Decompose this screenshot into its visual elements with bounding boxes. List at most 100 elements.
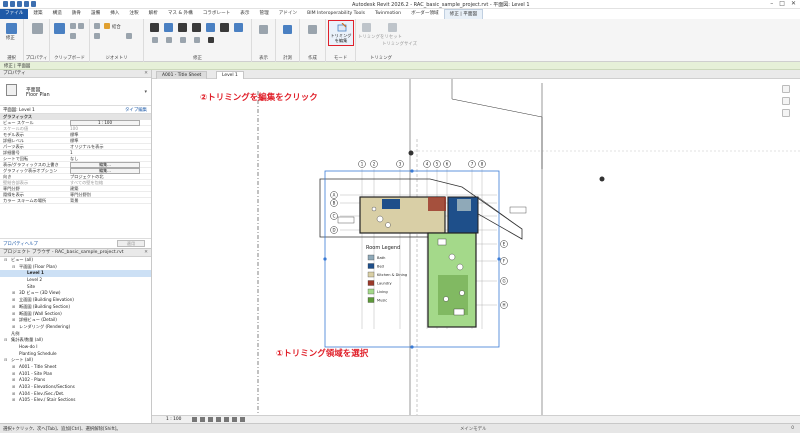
browser-item[interactable]: ⊞ 詳細ビュー (Detail) — [0, 317, 151, 324]
collapse-icon[interactable]: ⊟ — [12, 264, 15, 271]
ribbon-tab[interactable]: 修正 | 平面図 — [443, 9, 484, 19]
browser-item[interactable]: ⊞ A103 - Elevations/Sections — [0, 384, 151, 391]
undo-icon[interactable] — [17, 1, 22, 7]
browser-item[interactable]: ⊞ A105 - Elev./ Stair Sections — [0, 397, 151, 404]
move-icon[interactable] — [192, 23, 201, 32]
browser-item[interactable]: Level 2 — [0, 277, 151, 284]
print-icon[interactable] — [31, 1, 36, 7]
delete-icon[interactable] — [208, 37, 214, 43]
mirror-icon[interactable] — [178, 23, 187, 32]
apply-button[interactable]: 適用 — [117, 240, 145, 247]
reset-crop-icon[interactable] — [362, 23, 371, 32]
copy-element-icon[interactable] — [206, 23, 215, 32]
expand-icon[interactable]: ⊞ — [12, 397, 15, 404]
drawing-canvas[interactable]: 12345678ABCDEFGH Room Legend Bath Bed Kitch… — [152, 79, 800, 415]
expand-icon[interactable]: ⊞ — [12, 391, 15, 398]
ribbon-tab[interactable]: 建築 — [28, 9, 47, 19]
ribbon-tab[interactable]: ボーダー領域 — [406, 9, 444, 19]
offset-icon[interactable] — [164, 23, 173, 32]
measure-icon[interactable] — [283, 25, 292, 34]
expand-icon[interactable]: ⊞ — [12, 384, 15, 391]
browser-item[interactable]: Planting Schedule — [0, 351, 151, 358]
browser-item[interactable]: How-do I — [0, 344, 151, 351]
join-button-label[interactable]: 結合 — [112, 24, 121, 30]
array-icon[interactable] — [166, 37, 172, 43]
view-tab-level-1[interactable]: Level 1 — [216, 71, 244, 79]
quick-access-toolbar[interactable] — [3, 1, 36, 7]
browser-item[interactable]: ⊞ レンダリング (Rendering) — [0, 324, 151, 331]
show-crop-icon[interactable] — [232, 417, 237, 422]
expand-icon[interactable]: ⊞ — [12, 324, 15, 331]
copy-icon[interactable] — [78, 23, 84, 29]
match-type-icon[interactable] — [70, 33, 76, 39]
minimize-icon[interactable]: – — [770, 0, 773, 7]
modify-button-label[interactable]: 修正 — [6, 35, 15, 41]
expand-icon[interactable]: ⊞ — [12, 364, 15, 371]
browser-item[interactable]: ⊞ A101 - Site Plan — [0, 371, 151, 378]
collapse-icon[interactable]: ⊟ — [4, 357, 7, 364]
active-model[interactable]: メインモデル — [460, 426, 486, 432]
ribbon-tab[interactable]: コラボレート — [198, 9, 236, 19]
expand-icon[interactable]: ⊞ — [12, 311, 15, 318]
crop-size-icon[interactable] — [388, 23, 397, 32]
ribbon-tab[interactable]: 表示 — [235, 9, 254, 19]
ribbon-tab[interactable]: マス & 外構 — [163, 9, 198, 19]
browser-item[interactable]: ⊞ 断面図 (Building Section) — [0, 304, 151, 311]
property-row[interactable]: カラー スキームの場所 背景 — [0, 198, 151, 204]
browser-item[interactable]: ⊟ 平面図 (Floor Plan) — [0, 264, 151, 271]
expand-icon[interactable]: ⊞ — [12, 377, 15, 384]
shadows-icon[interactable] — [216, 417, 221, 422]
close-icon[interactable]: ✕ — [791, 0, 796, 7]
paint-icon[interactable] — [126, 33, 132, 39]
browser-item[interactable]: ⊟ 集計表/数量 (all) — [0, 337, 151, 344]
browser-item[interactable]: ⊞ A104 - Elev./Sec./Det. — [0, 391, 151, 398]
redo-icon[interactable] — [24, 1, 29, 7]
collapse-icon[interactable]: ⊟ — [4, 257, 7, 264]
modify-arrow-icon[interactable] — [6, 23, 17, 34]
ribbon-tab[interactable]: 管理 — [254, 9, 273, 19]
window-controls[interactable]: – □ ✕ — [770, 0, 796, 7]
rotate-icon[interactable] — [220, 23, 229, 32]
pan-icon[interactable] — [782, 109, 790, 117]
align-icon[interactable] — [150, 23, 159, 32]
browser-item[interactable]: ⊞ A102 - Plans — [0, 377, 151, 384]
ribbon-tab[interactable]: 設備 — [86, 9, 105, 19]
cut-geometry-icon[interactable] — [94, 33, 100, 39]
collapse-icon[interactable]: ⊟ — [4, 337, 7, 344]
viewcube-icon[interactable] — [782, 85, 790, 93]
chevron-down-icon[interactable]: ▾ — [144, 89, 147, 95]
create-group-icon[interactable] — [308, 25, 317, 34]
crop-size-label[interactable]: トリミングサイズ — [382, 41, 417, 47]
expand-icon[interactable]: ⊞ — [12, 304, 15, 311]
ribbon-tab[interactable]: 注釈 — [124, 9, 143, 19]
maximize-icon[interactable]: □ — [779, 0, 785, 7]
expand-icon[interactable]: ⊞ — [12, 317, 15, 324]
sun-path-icon[interactable] — [208, 417, 213, 422]
ribbon-tab[interactable]: 挿入 — [105, 9, 124, 19]
instance-filter[interactable]: 平面図: Level 1 — [3, 107, 35, 113]
pin-icon[interactable] — [194, 37, 200, 43]
cope-icon[interactable] — [94, 23, 100, 29]
trim-extend-icon[interactable] — [234, 23, 243, 32]
browser-item[interactable]: ⊟ シート (all) — [0, 357, 151, 364]
view-icon[interactable] — [259, 25, 268, 34]
expand-icon[interactable]: ⊞ — [12, 371, 15, 378]
edit-crop-button[interactable]: トリミングを編集 — [328, 20, 354, 46]
view-scale[interactable]: 1 : 100 — [166, 417, 181, 422]
view-tab-title-sheet[interactable]: A001 - Title Sheet — [156, 71, 208, 79]
expand-icon[interactable]: ⊞ — [12, 290, 15, 297]
close-icon[interactable]: ✕ — [144, 249, 148, 257]
paste-icon[interactable] — [54, 23, 65, 34]
browser-item[interactable]: ⊟ ビュー (all) — [0, 257, 151, 264]
visual-style-icon[interactable] — [200, 417, 205, 422]
open-icon[interactable] — [3, 1, 8, 7]
ribbon-tab[interactable]: 鉄骨 — [67, 9, 86, 19]
browser-item[interactable]: Level 1 — [0, 270, 151, 278]
browser-item[interactable]: ⊞ A001 - Title Sheet — [0, 364, 151, 371]
edit-type-button[interactable]: タイプ編集 — [125, 107, 147, 113]
ribbon-tab[interactable]: BIM Interoperability Tools — [302, 9, 370, 19]
ribbon-tab[interactable]: Twinmotion — [370, 9, 406, 19]
detail-level-icon[interactable] — [192, 417, 197, 422]
properties-help-link[interactable]: プロパティヘルプ — [3, 241, 38, 247]
ribbon-tab[interactable]: ファイル — [0, 9, 29, 19]
